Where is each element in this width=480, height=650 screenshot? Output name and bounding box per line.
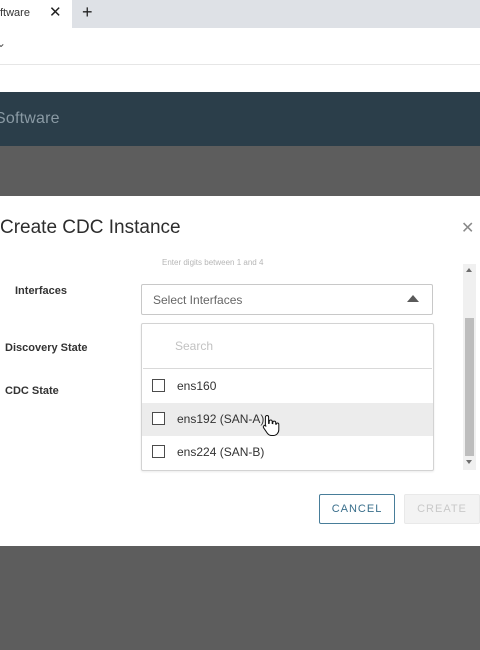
scrollbar-thumb[interactable]	[465, 318, 474, 456]
modal-scrollbar[interactable]	[463, 264, 476, 470]
create-cdc-modal: Create CDC Instance ✕ Enter digits betwe…	[0, 196, 480, 546]
interface-option-label: ens224 (SAN-B)	[177, 445, 265, 459]
new-tab-icon[interactable]: +	[82, 3, 93, 21]
field-hint: Enter digits between 1 and 4	[162, 258, 264, 267]
checkbox[interactable]	[152, 412, 165, 425]
interfaces-label: Interfaces	[15, 285, 67, 297]
checkbox[interactable]	[152, 445, 165, 458]
browser-tab[interactable]: ftware ✕	[0, 0, 72, 28]
tab-title: ftware	[0, 7, 30, 19]
address-bar-icon: ⌄	[0, 36, 7, 50]
chevron-up-icon	[407, 295, 419, 302]
close-tab-icon[interactable]: ✕	[49, 4, 62, 22]
interface-option[interactable]: ens192 (SAN-A)	[142, 403, 433, 436]
cdc-state-label: CDC State	[5, 385, 59, 397]
app-header: Software	[0, 92, 480, 146]
interfaces-select-placeholder: Select Interfaces	[153, 293, 243, 307]
cancel-button[interactable]: CANCEL	[319, 494, 395, 524]
hand-pointer-icon	[262, 414, 280, 436]
discovery-state-label: Discovery State	[5, 342, 88, 354]
modal-title: Create CDC Instance	[0, 217, 181, 238]
browser-tab-bar: ftware ✕ +	[0, 0, 480, 28]
scroll-down-icon[interactable]	[466, 460, 472, 464]
interface-option[interactable]: ens160	[142, 370, 433, 403]
close-icon[interactable]: ✕	[461, 218, 474, 238]
interfaces-select[interactable]: Select Interfaces	[141, 284, 433, 315]
create-button[interactable]: CREATE	[404, 494, 480, 524]
address-bar[interactable]: ⌄	[0, 28, 480, 65]
interface-option-label: ens160	[177, 379, 217, 393]
scroll-up-icon[interactable]	[466, 268, 472, 272]
interface-option[interactable]: ens224 (SAN-B)	[142, 436, 433, 469]
interfaces-search-input[interactable]	[143, 324, 432, 369]
interfaces-dropdown: ens160 ens192 (SAN-A) ens224 (SAN-B)	[141, 323, 434, 471]
interface-option-label: ens192 (SAN-A)	[177, 412, 265, 426]
brand-title: Software	[0, 110, 60, 127]
checkbox[interactable]	[152, 379, 165, 392]
